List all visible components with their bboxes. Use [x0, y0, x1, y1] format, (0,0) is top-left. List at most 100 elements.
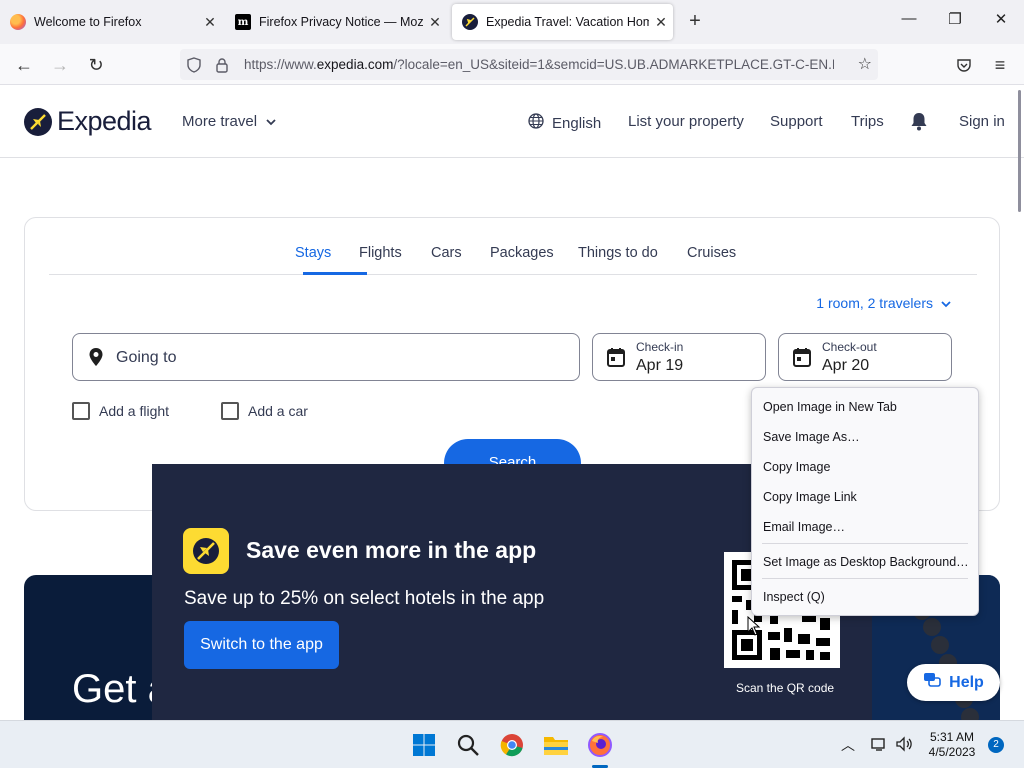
forward-arrow-icon[interactable]: → [47, 52, 73, 78]
trips-link[interactable]: Trips [851, 113, 884, 130]
image-context-menu: Open Image in New Tab Save Image As… Cop… [751, 387, 979, 616]
site-header: Expedia More travel English List your pr… [0, 85, 1024, 158]
close-icon[interactable]: ✕ [649, 14, 673, 31]
bookmark-star-icon[interactable]: ☆ [858, 54, 872, 74]
search-icon[interactable] [455, 732, 481, 758]
pocket-icon[interactable] [951, 52, 977, 78]
check-in-field[interactable]: Check-in Apr 19 [592, 333, 766, 381]
tab-firefox-privacy-notice[interactable]: m Firefox Privacy Notice — Mozilla ✕ [225, 4, 447, 40]
tab-title: Expedia Travel: Vacation Homes [486, 15, 649, 29]
firefox-icon [10, 14, 26, 30]
chevron-down-icon [941, 295, 951, 311]
travelers-selector[interactable]: 1 room, 2 travelers [816, 295, 951, 311]
list-your-property-link[interactable]: List your property [628, 113, 744, 130]
checkbox-box[interactable] [72, 402, 90, 420]
windows-taskbar: ︿ 5:31 AM 4/5/2023 2 [0, 720, 1024, 768]
add-flight-label: Add a flight [99, 403, 170, 419]
help-label: Help [949, 673, 984, 691]
firefox-taskbar-icon[interactable] [587, 732, 613, 758]
hamburger-menu-icon[interactable]: ≡ [987, 52, 1013, 78]
close-icon[interactable]: ✕ [198, 14, 222, 31]
system-clock[interactable]: 5:31 AM 4/5/2023 [920, 730, 984, 760]
menu-separator [762, 578, 968, 579]
menu-copy-image[interactable]: Copy Image [763, 460, 830, 474]
more-travel-menu[interactable]: More travel [182, 113, 284, 130]
add-car-checkbox[interactable]: Add a car [221, 402, 308, 420]
tab-expedia[interactable]: Expedia Travel: Vacation Homes ✕ [452, 4, 673, 40]
bell-icon[interactable] [910, 111, 936, 131]
mouse-cursor-icon [747, 616, 761, 636]
tab-packages[interactable]: Packages [490, 245, 554, 261]
back-arrow-icon[interactable]: ← [11, 52, 37, 78]
windows-start-icon[interactable] [411, 732, 437, 758]
tracking-shield-icon[interactable] [180, 56, 208, 73]
tab-cruises[interactable]: Cruises [687, 245, 736, 261]
minimize-icon[interactable]: — [899, 10, 919, 27]
chevron-down-icon [266, 113, 284, 130]
help-button[interactable]: Help [907, 664, 1000, 701]
switch-to-app-button[interactable]: Switch to the app [184, 621, 339, 669]
menu-set-desktop-background[interactable]: Set Image as Desktop Background… [763, 555, 969, 569]
logo-text: Expedia [57, 106, 152, 136]
clock-date: 4/5/2023 [928, 745, 976, 759]
tab-cars[interactable]: Cars [431, 245, 462, 261]
menu-separator [762, 543, 968, 544]
tab-title: Firefox Privacy Notice — Mozilla [259, 15, 423, 29]
close-icon[interactable]: ✕ [423, 14, 447, 31]
browser-tab-strip: Welcome to Firefox ✕ m Firefox Privacy N… [0, 0, 1024, 44]
expedia-app-icon [183, 528, 229, 574]
file-explorer-icon[interactable] [543, 732, 569, 758]
checkbox-box[interactable] [221, 402, 239, 420]
language-label: English [552, 114, 602, 132]
network-icon[interactable] [871, 736, 887, 755]
check-out-value: Apr 20 [822, 357, 870, 374]
address-bar[interactable]: https://www.expedia.com/?locale=en_US&si… [180, 49, 878, 80]
active-tab-indicator [303, 272, 367, 275]
reload-icon[interactable]: ↻ [83, 52, 109, 78]
expedia-plane-icon [24, 107, 52, 136]
chat-bubble-icon [923, 672, 949, 693]
promo-subtitle: Save up to 25% on select hotels in the a… [184, 588, 545, 609]
lock-icon[interactable] [208, 57, 236, 73]
going-to-field[interactable]: Going to [72, 333, 580, 381]
speaker-icon[interactable] [895, 736, 913, 755]
expedia-logo[interactable]: Expedia [24, 106, 152, 137]
globe-icon [528, 113, 552, 133]
tab-stays[interactable]: Stays [295, 245, 331, 261]
qr-code-label: Scan the QR code [736, 681, 835, 695]
restore-icon[interactable]: ❐ [945, 10, 965, 28]
travelers-label: 1 room, 2 travelers [816, 295, 933, 311]
check-out-field[interactable]: Check-out Apr 20 [778, 333, 952, 381]
new-tab-button[interactable]: + [684, 10, 706, 33]
going-to-placeholder: Going to [116, 349, 177, 366]
browser-nav-bar: ← → ↻ https://www.expedia.com/?locale=en… [0, 44, 1024, 85]
tab-title: Welcome to Firefox [34, 15, 142, 29]
check-out-label: Check-out [822, 340, 877, 354]
expedia-icon [462, 14, 478, 30]
tab-flights[interactable]: Flights [359, 245, 402, 261]
tab-things-to-do[interactable]: Things to do [578, 245, 658, 261]
add-car-label: Add a car [248, 403, 308, 419]
close-window-icon[interactable]: ✕ [991, 10, 1011, 28]
menu-open-image-new-tab[interactable]: Open Image in New Tab [763, 400, 897, 414]
check-in-label: Check-in [636, 340, 684, 354]
menu-email-image[interactable]: Email Image… [763, 520, 845, 534]
notification-badge[interactable]: 2 [988, 737, 1004, 753]
menu-inspect[interactable]: Inspect (Q) [763, 590, 825, 604]
more-travel-label: More travel [182, 113, 258, 130]
clock-time: 5:31 AM [929, 730, 975, 744]
mozilla-m-icon: m [235, 14, 251, 30]
language-selector[interactable]: English [528, 113, 601, 133]
add-flight-checkbox[interactable]: Add a flight [72, 402, 169, 420]
chrome-icon[interactable] [499, 732, 525, 758]
tab-welcome-to-firefox[interactable]: Welcome to Firefox ✕ [0, 4, 222, 40]
menu-copy-image-link[interactable]: Copy Image Link [763, 490, 857, 504]
menu-save-image-as[interactable]: Save Image As… [763, 430, 860, 444]
url-text: https://www.expedia.com/?locale=en_US&si… [244, 57, 834, 72]
lob-tabs: Stays Flights Cars Packages Things to do… [49, 242, 977, 275]
promo-title: Save even more in the app [246, 537, 537, 563]
page-scrollbar[interactable] [1018, 90, 1021, 212]
support-link[interactable]: Support [770, 113, 823, 130]
sign-in-link[interactable]: Sign in [959, 113, 1005, 130]
chevron-up-icon[interactable]: ︿ [841, 735, 855, 755]
